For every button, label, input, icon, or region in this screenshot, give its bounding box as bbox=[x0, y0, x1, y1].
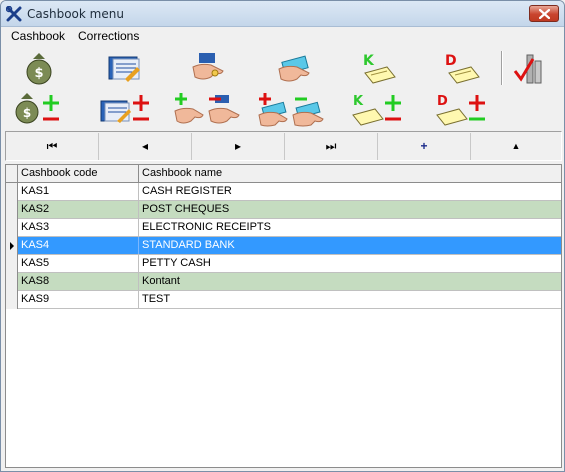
table-row[interactable]: KAS3 ELECTRONIC RECEIPTS bbox=[6, 219, 561, 237]
first-record-icon: ⏮ bbox=[46, 139, 58, 153]
column-header-code[interactable]: Cashbook code bbox=[18, 165, 139, 182]
svg-text:D: D bbox=[437, 94, 448, 109]
nav-prior-button[interactable]: ◂ bbox=[99, 133, 192, 160]
debit-document-icon: D bbox=[445, 53, 480, 84]
debit-button[interactable]: D bbox=[441, 49, 485, 87]
cell-name[interactable]: TEST bbox=[139, 291, 561, 308]
row-indicator[interactable] bbox=[6, 219, 18, 237]
cell-code[interactable]: KAS1 bbox=[18, 183, 139, 200]
cashbook-edit-button[interactable]: $ bbox=[11, 91, 59, 129]
money-bag-add-remove-icon: $ bbox=[15, 93, 59, 124]
ledger-add-remove-icon bbox=[100, 95, 149, 123]
app-tools-icon bbox=[6, 6, 22, 22]
prior-record-icon: ◂ bbox=[141, 139, 149, 153]
hand-coins-icon bbox=[192, 53, 224, 80]
toolbar-main: $ K D bbox=[1, 47, 564, 89]
cashbook-grid: Cashbook code Cashbook name KAS1 CASH REG… bbox=[5, 164, 562, 468]
grid-header: Cashbook code Cashbook name bbox=[6, 165, 561, 183]
cashbook-window: Cashbook menu Cashbook Corrections $ K D… bbox=[0, 0, 565, 472]
cell-code[interactable]: KAS8 bbox=[18, 273, 139, 290]
table-row[interactable]: KAS4 STANDARD BANK bbox=[6, 237, 561, 255]
cell-code[interactable]: KAS9 bbox=[18, 291, 139, 308]
nav-insert-button[interactable]: + bbox=[378, 133, 471, 160]
cheques-button[interactable] bbox=[273, 49, 317, 87]
coins-button[interactable] bbox=[187, 49, 231, 87]
menu-bar: Cashbook Corrections bbox=[1, 27, 564, 45]
title-bar[interactable]: Cashbook menu bbox=[1, 1, 564, 27]
window-title: Cashbook menu bbox=[27, 7, 124, 21]
money-bag-icon: $ bbox=[26, 53, 52, 85]
toolbar-edit: $ K D bbox=[1, 89, 564, 131]
kredit-add-remove-icon: K bbox=[352, 94, 401, 126]
ledger-edit-button[interactable] bbox=[99, 91, 149, 129]
nav-next-button[interactable]: ▸ bbox=[192, 133, 285, 160]
close-icon bbox=[539, 9, 550, 19]
cheques-edit-button[interactable] bbox=[257, 91, 329, 129]
nav-last-button[interactable]: ⏭ bbox=[285, 133, 378, 160]
row-indicator[interactable] bbox=[6, 273, 18, 291]
cell-name[interactable]: Kontant bbox=[139, 273, 561, 290]
report-button[interactable] bbox=[509, 49, 553, 87]
delete-record-icon: ▲ bbox=[511, 141, 521, 151]
row-indicator[interactable] bbox=[6, 201, 18, 219]
svg-text:$: $ bbox=[23, 106, 31, 120]
last-record-icon: ⏭ bbox=[325, 139, 337, 153]
header-indicator bbox=[6, 165, 18, 182]
row-indicator[interactable] bbox=[6, 291, 18, 309]
debit-add-remove-icon: D bbox=[436, 94, 485, 126]
cell-name[interactable]: POST CHEQUES bbox=[139, 201, 561, 218]
cashbook-button[interactable]: $ bbox=[17, 49, 61, 87]
table-row[interactable]: KAS2 POST CHEQUES bbox=[6, 201, 561, 219]
row-indicator[interactable] bbox=[6, 183, 18, 201]
row-indicator[interactable] bbox=[6, 237, 18, 255]
debit-edit-button[interactable]: D bbox=[433, 91, 489, 129]
table-row[interactable]: KAS8 Kontant bbox=[6, 273, 561, 291]
record-navigator: ⏮ ◂ ▸ ⏭ + ▲ bbox=[5, 131, 562, 161]
column-header-name[interactable]: Cashbook name bbox=[139, 165, 561, 182]
hand-cheque-add-remove-icon bbox=[258, 93, 324, 127]
table-row[interactable]: KAS1 CASH REGISTER bbox=[6, 183, 561, 201]
svg-text:K: K bbox=[353, 94, 364, 109]
coins-edit-button[interactable] bbox=[173, 91, 243, 129]
row-indicator[interactable] bbox=[6, 255, 18, 273]
kredit-button[interactable]: K bbox=[357, 49, 401, 87]
table-row[interactable]: KAS9 TEST bbox=[6, 291, 561, 309]
menu-cashbook[interactable]: Cashbook bbox=[11, 29, 65, 43]
svg-text:D: D bbox=[445, 53, 457, 69]
insert-record-icon: + bbox=[420, 139, 428, 153]
nav-first-button[interactable]: ⏮ bbox=[6, 133, 99, 160]
hand-coins-add-remove-icon bbox=[174, 93, 240, 124]
cell-name[interactable]: STANDARD BANK bbox=[139, 237, 561, 254]
cell-code[interactable]: KAS4 bbox=[18, 237, 139, 254]
kredit-document-icon: K bbox=[363, 53, 396, 84]
close-button[interactable] bbox=[529, 5, 559, 22]
kredit-edit-button[interactable]: K bbox=[349, 91, 405, 129]
svg-text:$: $ bbox=[34, 66, 43, 81]
cell-code[interactable]: KAS5 bbox=[18, 255, 139, 272]
hand-cheque-icon bbox=[278, 55, 310, 82]
cell-name[interactable]: ELECTRONIC RECEIPTS bbox=[139, 219, 561, 236]
table-row[interactable]: KAS5 PETTY CASH bbox=[6, 255, 561, 273]
nav-delete-button[interactable]: ▲ bbox=[471, 133, 561, 160]
cell-code[interactable]: KAS3 bbox=[18, 219, 139, 236]
cell-code[interactable]: KAS2 bbox=[18, 201, 139, 218]
svg-text:K: K bbox=[363, 53, 375, 69]
toolbar-separator bbox=[501, 51, 503, 85]
cashbook-ledger-icon bbox=[108, 56, 140, 82]
menu-corrections[interactable]: Corrections bbox=[78, 29, 139, 43]
cell-name[interactable]: PETTY CASH bbox=[139, 255, 561, 272]
cell-name[interactable]: CASH REGISTER bbox=[139, 183, 561, 200]
current-row-icon bbox=[10, 242, 14, 250]
next-record-icon: ▸ bbox=[234, 139, 242, 153]
report-chart-icon bbox=[513, 54, 542, 84]
ledger-button[interactable] bbox=[103, 49, 147, 87]
